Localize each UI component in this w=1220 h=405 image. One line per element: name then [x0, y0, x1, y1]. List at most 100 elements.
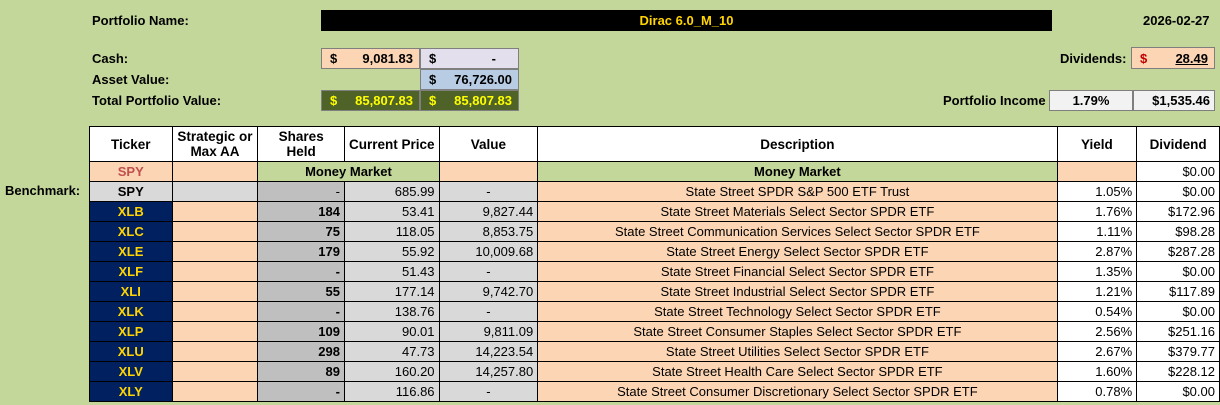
value-cell[interactable]: -: [438, 301, 539, 322]
ticker-cell[interactable]: XLK: [89, 301, 173, 322]
ticker-cell[interactable]: XLF: [89, 261, 173, 282]
strategic-cell[interactable]: [171, 281, 259, 302]
description-cell[interactable]: State Street Health Care Select Sector S…: [537, 361, 1058, 382]
strategic-cell[interactable]: [171, 381, 259, 402]
value-cell[interactable]: 10,009.68: [438, 241, 539, 262]
value-cell[interactable]: [438, 161, 539, 182]
description-cell[interactable]: Money Market: [537, 161, 1058, 182]
portfolio-name-field[interactable]: Dirac 6.0_M_10: [321, 10, 1052, 31]
col-dividend[interactable]: Dividend: [1136, 126, 1220, 162]
shares-cell[interactable]: -: [257, 261, 345, 282]
yield-cell[interactable]: 1.76%: [1056, 201, 1138, 222]
price-cell[interactable]: 160.20: [344, 361, 440, 382]
ticker-cell[interactable]: XLI: [89, 281, 173, 302]
dividend-cell[interactable]: $117.89: [1136, 281, 1220, 302]
col-shares[interactable]: Shares Held: [257, 126, 345, 162]
ticker-cell[interactable]: XLC: [89, 221, 173, 242]
strategic-cell[interactable]: [171, 241, 259, 262]
description-cell[interactable]: State Street Financial Select Sector SPD…: [537, 261, 1058, 282]
shares-cell[interactable]: 75: [257, 221, 345, 242]
col-price[interactable]: Current Price: [344, 126, 440, 162]
price-cell[interactable]: 118.05: [344, 221, 440, 242]
money-market-label[interactable]: Money Market: [257, 161, 440, 182]
col-strategic[interactable]: Strategic or Max AA: [171, 126, 259, 162]
description-cell[interactable]: State Street Industrial Select Sector SP…: [537, 281, 1058, 302]
description-cell[interactable]: State Street Consumer Staples Select Sec…: [537, 321, 1058, 342]
ticker-cell[interactable]: XLP: [89, 321, 173, 342]
strategic-cell[interactable]: [171, 221, 259, 242]
yield-cell[interactable]: 2.87%: [1056, 241, 1138, 262]
description-cell[interactable]: State Street SPDR S&P 500 ETF Trust: [537, 181, 1058, 202]
shares-cell[interactable]: 55: [257, 281, 345, 302]
total-value-cell-1[interactable]: $ 85,807.83: [321, 90, 420, 111]
ticker-cell[interactable]: XLB: [89, 201, 173, 222]
dividend-cell[interactable]: $0.00: [1136, 261, 1220, 282]
description-cell[interactable]: State Street Energy Select Sector SPDR E…: [537, 241, 1058, 262]
strategic-cell[interactable]: [171, 301, 259, 322]
ticker-cell[interactable]: XLY: [89, 381, 173, 402]
cash-value-cell[interactable]: $ 9,081.83: [321, 48, 420, 69]
yield-cell[interactable]: 0.54%: [1056, 301, 1138, 322]
shares-cell[interactable]: 109: [257, 321, 345, 342]
value-cell[interactable]: 9,827.44: [438, 201, 539, 222]
shares-cell[interactable]: -: [257, 181, 345, 202]
description-cell[interactable]: State Street Materials Select Sector SPD…: [537, 201, 1058, 222]
price-cell[interactable]: 116.86: [344, 381, 440, 402]
yield-cell[interactable]: 1.21%: [1056, 281, 1138, 302]
yield-cell[interactable]: 1.60%: [1056, 361, 1138, 382]
value-cell[interactable]: 9,742.70: [438, 281, 539, 302]
dividend-cell[interactable]: $0.00: [1136, 381, 1220, 402]
yield-cell[interactable]: 1.05%: [1056, 181, 1138, 202]
strategic-cell[interactable]: [171, 321, 259, 342]
shares-cell[interactable]: -: [257, 301, 345, 322]
col-description[interactable]: Description: [537, 126, 1058, 162]
value-cell[interactable]: 14,223.54: [438, 341, 539, 362]
shares-cell[interactable]: 179: [257, 241, 345, 262]
description-cell[interactable]: State Street Communication Services Sele…: [537, 221, 1058, 242]
ticker-cell[interactable]: SPY: [89, 161, 173, 182]
description-cell[interactable]: State Street Consumer Discretionary Sele…: [537, 381, 1058, 402]
col-value[interactable]: Value: [438, 126, 539, 162]
yield-cell[interactable]: 0.78%: [1056, 381, 1138, 402]
price-cell[interactable]: 90.01: [344, 321, 440, 342]
value-cell[interactable]: -: [438, 261, 539, 282]
col-ticker[interactable]: Ticker: [89, 126, 173, 162]
price-cell[interactable]: 685.99: [344, 181, 440, 202]
value-cell[interactable]: 8,853.75: [438, 221, 539, 242]
dividend-cell[interactable]: $0.00: [1136, 301, 1220, 322]
value-cell[interactable]: -: [438, 381, 539, 402]
yield-cell[interactable]: 1.35%: [1056, 261, 1138, 282]
dividend-cell[interactable]: $0.00: [1136, 181, 1220, 202]
price-cell[interactable]: 138.76: [344, 301, 440, 322]
dividend-cell[interactable]: $228.12: [1136, 361, 1220, 382]
dividend-cell[interactable]: $287.28: [1136, 241, 1220, 262]
description-cell[interactable]: State Street Technology Select Sector SP…: [537, 301, 1058, 322]
asset-value-cell[interactable]: $ 76,726.00: [420, 69, 519, 90]
price-cell[interactable]: 51.43: [344, 261, 440, 282]
strategic-cell[interactable]: [171, 341, 259, 362]
dividend-cell[interactable]: $251.16: [1136, 321, 1220, 342]
strategic-cell[interactable]: [171, 261, 259, 282]
dividend-cell[interactable]: $172.96: [1136, 201, 1220, 222]
dividend-cell[interactable]: $98.28: [1136, 221, 1220, 242]
value-cell[interactable]: 14,257.80: [438, 361, 539, 382]
col-yield[interactable]: Yield: [1056, 126, 1138, 162]
shares-cell[interactable]: 298: [257, 341, 345, 362]
strategic-cell[interactable]: [171, 361, 259, 382]
ticker-cell[interactable]: SPY: [89, 181, 173, 202]
price-cell[interactable]: 47.73: [344, 341, 440, 362]
strategic-cell[interactable]: [171, 161, 259, 182]
ticker-cell[interactable]: XLV: [89, 361, 173, 382]
cash-value2-cell[interactable]: $ -: [420, 48, 519, 69]
yield-cell[interactable]: [1056, 161, 1138, 182]
dividend-cell[interactable]: $0.00: [1136, 161, 1220, 182]
price-cell[interactable]: 53.41: [344, 201, 440, 222]
yield-cell[interactable]: 2.56%: [1056, 321, 1138, 342]
shares-cell[interactable]: -: [257, 381, 345, 402]
total-value-cell-2[interactable]: $ 85,807.83: [420, 90, 519, 111]
yield-cell[interactable]: 2.67%: [1056, 341, 1138, 362]
description-cell[interactable]: State Street Utilities Select Sector SPD…: [537, 341, 1058, 362]
portfolio-income-pct-cell[interactable]: 1.79%: [1049, 90, 1133, 111]
ticker-cell[interactable]: XLU: [89, 341, 173, 362]
strategic-cell[interactable]: [171, 181, 259, 202]
